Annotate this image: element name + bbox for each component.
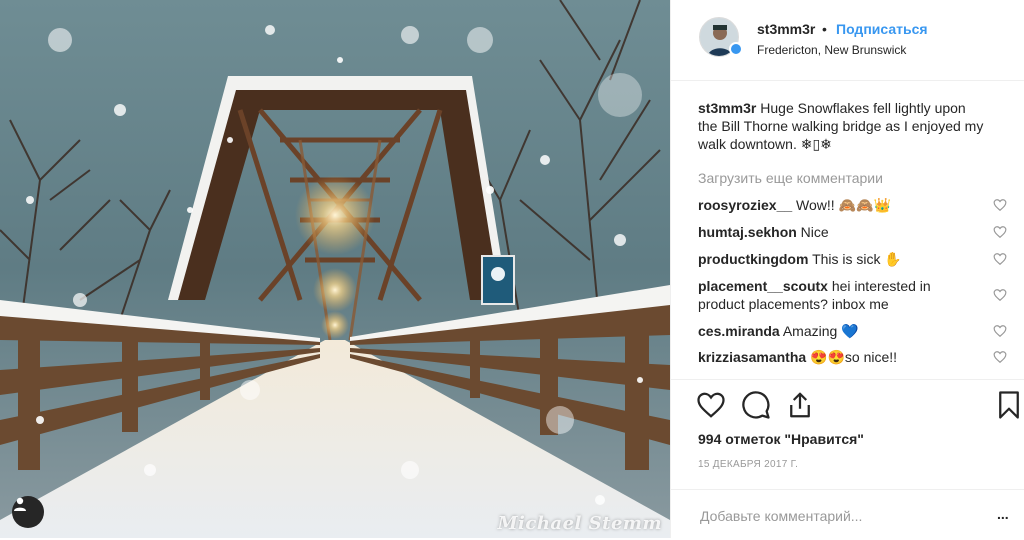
share-icon[interactable] (785, 390, 815, 420)
add-comment-section: ... (671, 489, 1024, 540)
post-side-panel: st3mm3r • Подписаться Fredericton, New B… (670, 0, 1024, 538)
comment-username[interactable]: krizziasamantha (698, 349, 806, 365)
follow-button[interactable]: Подписаться (836, 21, 928, 37)
comment-username[interactable]: productkingdom (698, 251, 808, 267)
comments-list[interactable]: st3mm3r Huge Snowflakes fell lightly upo… (671, 86, 1024, 379)
post-header: st3mm3r • Подписаться Fredericton, New B… (671, 0, 1024, 81)
comment-item: placement__scoutx hei interested in prod… (698, 277, 968, 313)
bookmark-icon[interactable] (994, 390, 1024, 420)
comment-username[interactable]: humtaj.sekhon (698, 224, 797, 240)
heart-icon[interactable] (993, 288, 1007, 302)
post-author-username[interactable]: st3mm3r (757, 21, 815, 37)
post-actions: 994 отметок "Нравится" 15 ДЕКАБРЯ 2017 Г… (671, 379, 1024, 539)
comment-text: 😍😍so nice!! (806, 349, 898, 365)
comment-username[interactable]: roosyroziex__ (698, 197, 792, 213)
comment-text: This is sick ✋ (808, 251, 902, 267)
caption-username[interactable]: st3mm3r (698, 100, 756, 116)
tagged-people-button[interactable] (12, 496, 44, 528)
comment-text: Wow!! 🙈🙈👑 (792, 197, 891, 213)
comment-item: ces.miranda Amazing 💙 (698, 322, 968, 340)
comment-item: krizziasamantha 😍😍so nice!! (698, 348, 968, 366)
comment-bubble-icon[interactable] (741, 390, 771, 420)
heart-icon[interactable] (993, 324, 1007, 338)
load-more-comments-button[interactable]: Загрузить еще комментарии (698, 170, 883, 186)
more-options-button[interactable]: ... (997, 506, 1009, 522)
heart-icon[interactable] (993, 350, 1007, 364)
comment-text: Nice (796, 224, 829, 240)
heart-icon[interactable] (993, 198, 1007, 212)
comment-input[interactable] (698, 505, 982, 527)
post-location[interactable]: Fredericton, New Brunswick (757, 43, 906, 57)
likes-count[interactable]: 994 отметок "Нравится" (698, 431, 864, 447)
heart-icon[interactable] (993, 252, 1007, 266)
verified-badge-icon (729, 42, 743, 56)
comment-username[interactable]: ces.miranda (698, 323, 780, 339)
heart-icon[interactable] (993, 225, 1007, 239)
person-tag-icon (14, 497, 26, 511)
photo-watermark: Michael Stemm (497, 513, 662, 534)
bridge-snow-image (0, 0, 670, 538)
heart-icon[interactable] (696, 390, 726, 420)
comment-item: humtaj.sekhon Nice (698, 223, 968, 241)
comment-item: productkingdom This is sick ✋ (698, 250, 968, 268)
separator-dot: • (822, 21, 827, 37)
post-date[interactable]: 15 ДЕКАБРЯ 2017 Г. (698, 459, 798, 470)
comment-username[interactable]: placement__scoutx (698, 278, 828, 294)
post-photo[interactable]: Michael Stemm (0, 0, 670, 538)
comment-text: Amazing 💙 (779, 323, 859, 339)
comment-item: roosyroziex__ Wow!! 🙈🙈👑 (698, 196, 968, 214)
post-caption: st3mm3r Huge Snowflakes fell lightly upo… (698, 99, 988, 153)
